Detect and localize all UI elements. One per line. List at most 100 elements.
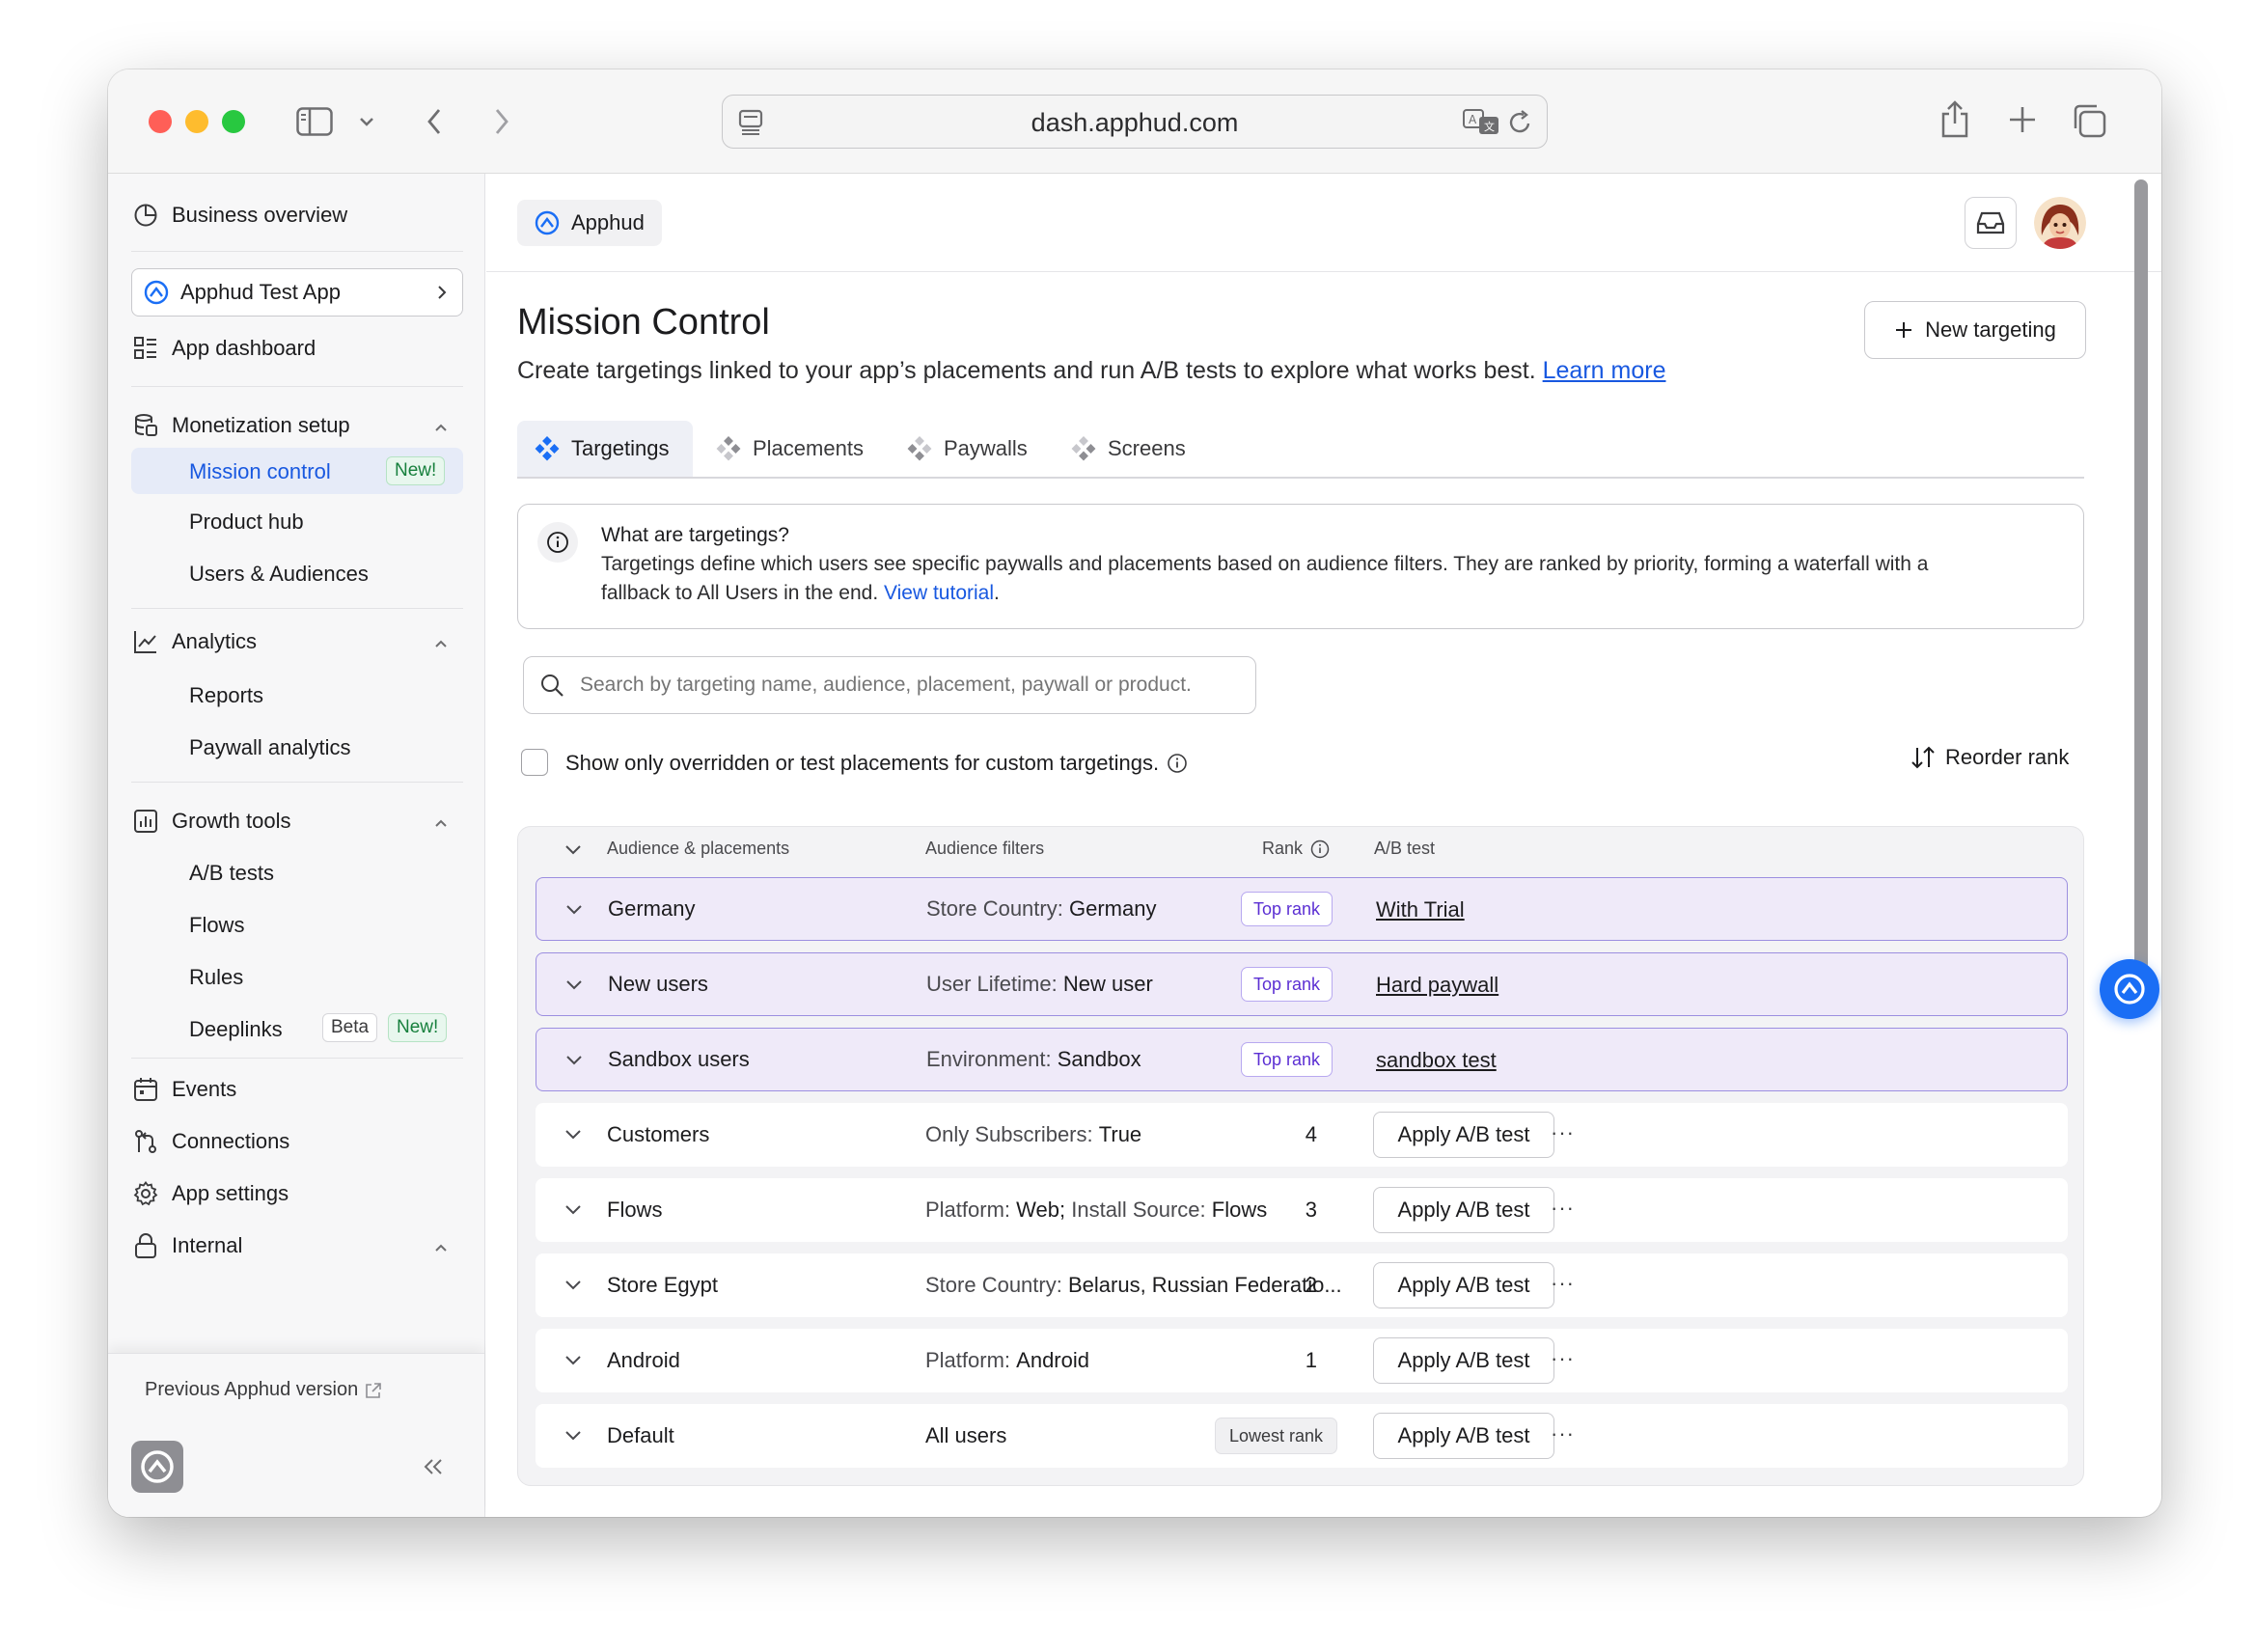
sidebar-section-growth-tools[interactable]: Growth tools	[131, 807, 291, 836]
filter-value: True	[1098, 1122, 1142, 1146]
sidebar-item-ab-tests[interactable]: A/B tests	[189, 861, 274, 886]
chevron-down-icon[interactable]	[357, 110, 376, 133]
collapse-sidebar-icon[interactable]	[423, 1458, 444, 1475]
chevron-down-icon[interactable]	[564, 1129, 582, 1141]
info-body-text: fallback to All Users in the end.	[601, 582, 879, 604]
filter-value: Android	[1016, 1348, 1089, 1372]
url-text: dash.apphud.com	[1031, 108, 1239, 137]
learn-more-link[interactable]: Learn more	[1543, 357, 1666, 384]
sidebar-item-users-audiences[interactable]: Users & Audiences	[189, 562, 369, 587]
app-selector[interactable]: Apphud Test App	[131, 268, 463, 317]
address-bar[interactable]: dash.apphud.com A文	[722, 95, 1548, 149]
chevron-down-icon[interactable]	[564, 1280, 582, 1291]
sidebar-item-deeplinks[interactable]: Deeplinks Beta New!	[189, 1007, 469, 1046]
apply-ab-test-button[interactable]: Apply A/B test	[1373, 1112, 1554, 1158]
sidebar-item-app-dashboard[interactable]: App dashboard	[131, 334, 316, 363]
tab-overview-icon[interactable]	[2071, 102, 2107, 139]
overridden-filter-checkbox[interactable]	[521, 749, 548, 776]
back-icon[interactable]	[423, 104, 446, 139]
chevron-up-icon[interactable]	[434, 421, 448, 434]
reorder-rank-button[interactable]: Reorder rank	[1910, 745, 2069, 770]
more-icon[interactable]: ···	[1551, 1196, 1575, 1221]
translate-icon[interactable]: A文	[1462, 107, 1500, 143]
pie-chart-icon	[131, 201, 160, 230]
sidebar-item-events[interactable]: Events	[131, 1075, 236, 1104]
chevron-up-icon[interactable]	[434, 1241, 448, 1254]
more-icon[interactable]: ···	[1551, 1421, 1575, 1446]
tab-label: Targetings	[571, 436, 670, 460]
chevron-down-icon[interactable]	[564, 1355, 582, 1366]
more-icon[interactable]: ···	[1551, 1271, 1575, 1296]
org-chip[interactable]: Apphud	[517, 200, 662, 246]
table-row[interactable]: New users User Lifetime: New user Top ra…	[536, 952, 2068, 1016]
tab-targetings[interactable]: Targetings	[517, 421, 693, 477]
sidebar-toggle-icon[interactable]	[295, 104, 334, 139]
more-icon[interactable]: ···	[1551, 1346, 1575, 1371]
sidebar-item-mission-control[interactable]: Mission control New!	[131, 448, 463, 494]
info-period: .	[994, 582, 1000, 604]
main-content: Apphud Mission Control Create targetings…	[486, 174, 2161, 1517]
sidebar-section-internal[interactable]: Internal	[131, 1231, 242, 1260]
database-icon	[131, 411, 160, 440]
minimize-window-button[interactable]	[185, 110, 208, 133]
apphud-logo[interactable]	[131, 1441, 183, 1493]
sidebar-item-connections[interactable]: Connections	[131, 1127, 289, 1156]
chevron-up-icon[interactable]	[434, 637, 448, 650]
chevron-down-icon[interactable]	[565, 1055, 583, 1066]
search-input[interactable]	[578, 673, 1244, 698]
ab-test-link[interactable]: sandbox test	[1376, 1048, 1497, 1073]
more-icon[interactable]: ···	[1551, 1120, 1575, 1145]
apply-ab-test-button[interactable]: Apply A/B test	[1373, 1413, 1554, 1459]
sidebar-item-app-settings[interactable]: App settings	[131, 1179, 289, 1208]
table-row[interactable]: Store Egypt Store Country: Belarus, Russ…	[536, 1253, 2068, 1317]
sidebar-item-product-hub[interactable]: Product hub	[189, 509, 304, 535]
sidebar-section-label: Internal	[172, 1233, 243, 1257]
zoom-window-button[interactable]	[222, 110, 245, 133]
sidebar-item-reports[interactable]: Reports	[189, 683, 263, 708]
collapse-all-icon[interactable]	[564, 844, 582, 856]
inbox-button[interactable]	[1965, 197, 2017, 249]
new-tab-icon[interactable]	[2007, 104, 2038, 135]
info-circle-icon[interactable]	[1310, 840, 1330, 859]
table-row[interactable]: Sandbox users Environment: Sandbox Top r…	[536, 1028, 2068, 1091]
previous-version-link[interactable]: Previous Apphud version	[145, 1379, 383, 1401]
header-rank: Rank	[1262, 839, 1330, 859]
apply-ab-test-button[interactable]: Apply A/B test	[1373, 1187, 1554, 1233]
view-tutorial-link[interactable]: View tutorial	[884, 582, 994, 604]
beta-badge: Beta	[322, 1013, 378, 1042]
ab-test-link[interactable]: With Trial	[1376, 897, 1465, 922]
apply-ab-test-button[interactable]: Apply A/B test	[1373, 1262, 1554, 1308]
forward-icon[interactable]	[490, 104, 513, 139]
avatar[interactable]	[2034, 197, 2086, 249]
chevron-up-icon[interactable]	[434, 816, 448, 830]
sidebar-item-flows[interactable]: Flows	[189, 913, 244, 938]
info-circle-icon[interactable]	[1167, 753, 1188, 774]
sidebar-item-rules[interactable]: Rules	[189, 965, 243, 990]
apply-ab-test-button[interactable]: Apply A/B test	[1373, 1337, 1554, 1384]
tab-placements[interactable]: Placements	[716, 421, 864, 477]
table-row[interactable]: Android Platform: Android 1 Apply A/B te…	[536, 1329, 2068, 1392]
tab-paywalls[interactable]: Paywalls	[907, 421, 1028, 477]
chevron-down-icon[interactable]	[564, 1204, 582, 1216]
table-row[interactable]: Default All users Lowest rank Apply A/B …	[536, 1404, 2068, 1468]
search-box[interactable]	[523, 656, 1256, 714]
sidebar-item-business-overview[interactable]: Business overview	[131, 201, 347, 230]
scrollbar[interactable]	[2134, 179, 2148, 984]
tab-screens[interactable]: Screens	[1071, 421, 1186, 477]
sidebar-section-analytics[interactable]: Analytics	[131, 627, 257, 656]
share-icon[interactable]	[1938, 98, 1972, 141]
sidebar-section-monetization[interactable]: Monetization setup	[131, 411, 350, 440]
chevron-down-icon[interactable]	[565, 979, 583, 991]
reload-icon[interactable]	[1508, 109, 1533, 141]
table-row[interactable]: Flows Platform: Web; Install Source: Flo…	[536, 1178, 2068, 1242]
sidebar-item-paywall-analytics[interactable]: Paywall analytics	[189, 735, 351, 760]
row-filter: Environment: Sandbox	[926, 1029, 1141, 1090]
new-targeting-button[interactable]: New targeting	[1864, 301, 2086, 359]
table-row[interactable]: Customers Only Subscribers: True 4 Apply…	[536, 1103, 2068, 1167]
support-chat-button[interactable]	[2100, 959, 2159, 1019]
close-window-button[interactable]	[149, 110, 172, 133]
ab-test-link[interactable]: Hard paywall	[1376, 973, 1498, 998]
table-row[interactable]: Germany Store Country: Germany Top rank …	[536, 877, 2068, 941]
chevron-down-icon[interactable]	[565, 904, 583, 916]
chevron-down-icon[interactable]	[564, 1430, 582, 1442]
